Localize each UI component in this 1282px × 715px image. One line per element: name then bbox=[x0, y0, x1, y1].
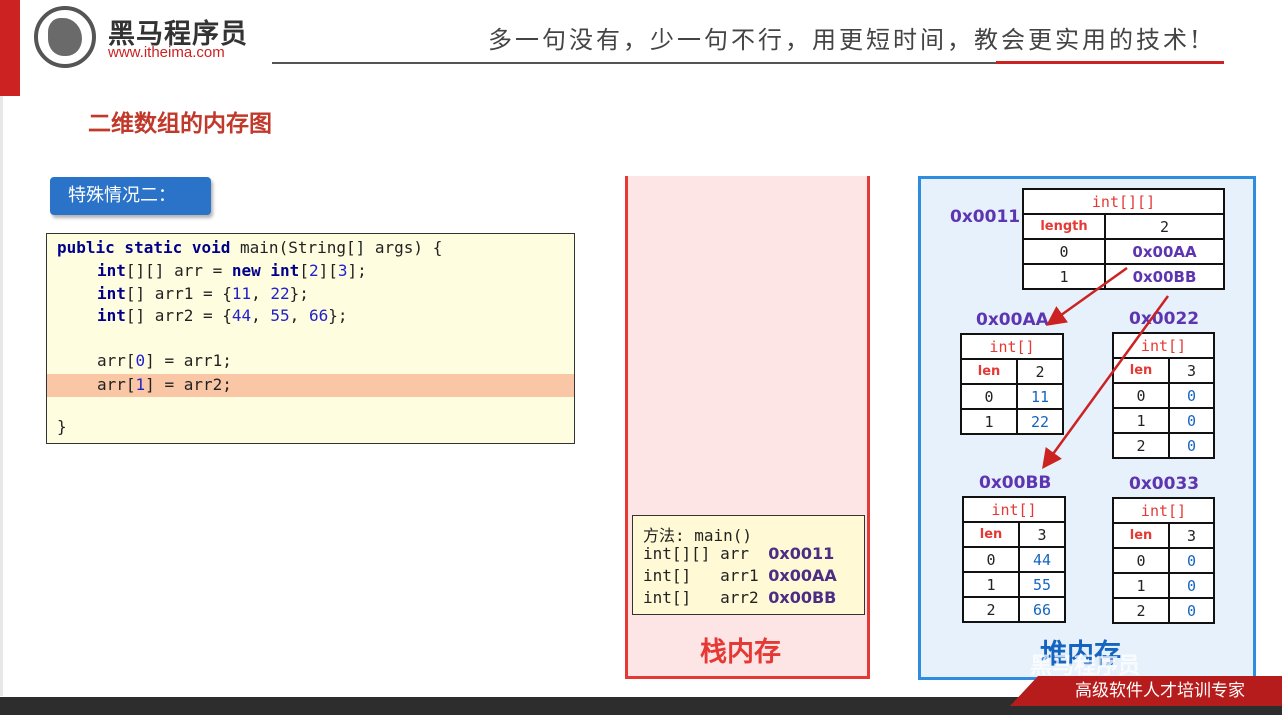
array-type: int[] bbox=[1112, 497, 1215, 524]
index-cell: 0 bbox=[1112, 547, 1170, 574]
array-00BB-table: int[] len 3 0 44 1 55 2 66 bbox=[962, 496, 1066, 623]
code-line-1: public static void main(String[] args) { bbox=[57, 238, 443, 257]
page-title: 二维数组的内存图 bbox=[88, 111, 272, 137]
array-0033-table: int[] len 3 00 10 20 bbox=[1112, 497, 1215, 624]
stack-var-arr2: int[] arr2 0x00BB bbox=[643, 588, 837, 607]
stack-frame-title: 方法: main() bbox=[643, 526, 753, 545]
index-cell: 1 bbox=[1112, 407, 1170, 434]
code-block: public static void main(String[] args) {… bbox=[46, 233, 575, 444]
value-cell: 0 bbox=[1168, 432, 1215, 459]
heap-addr-0022: 0x0022 bbox=[1129, 309, 1200, 329]
index-cell: 1 bbox=[1112, 572, 1170, 599]
stack-var-arr: int[][] arr 0x0011 bbox=[643, 544, 835, 563]
len-value: 3 bbox=[1018, 521, 1066, 548]
array-0022-table: int[] len 3 00 10 20 bbox=[1112, 332, 1215, 459]
code-line-7: } bbox=[57, 417, 67, 436]
value-cell: 0 bbox=[1168, 547, 1215, 574]
outer-array-type: int[][] bbox=[1022, 188, 1225, 215]
outer-array-table: int[][] length 2 0 0x00AA 1 0x00BB bbox=[1022, 188, 1225, 290]
len-label: len bbox=[1112, 522, 1170, 549]
slogan: 多一句没有，少一句不行，用更短时间，教会更实用的技术! bbox=[488, 26, 1203, 54]
len-value: 2 bbox=[1016, 358, 1064, 385]
len-value: 3 bbox=[1168, 357, 1215, 384]
code-line-4: int[] arr2 = {44, 55, 66}; bbox=[97, 306, 348, 325]
len-label: len bbox=[962, 521, 1020, 548]
heap-addr-00AA: 0x00AA bbox=[976, 310, 1049, 330]
heap-addr-00BB: 0x00BB bbox=[979, 473, 1052, 493]
case-badge: 特殊情况二： bbox=[50, 177, 211, 215]
left-edge bbox=[0, 96, 3, 696]
len-label: len bbox=[960, 358, 1018, 385]
footer-tagline: 高级软件人才培训专家 bbox=[1010, 676, 1282, 706]
code-line-6: arr[1] = arr2; bbox=[97, 375, 232, 394]
stack-var-arr1: int[] arr1 0x00AA bbox=[643, 566, 837, 585]
stack-frame-main: 方法: main() int[][] arr 0x0011 int[] arr1… bbox=[632, 515, 865, 615]
outer-length-label: length bbox=[1022, 213, 1106, 240]
heap-addr-outer: 0x0011 bbox=[950, 207, 1021, 227]
brand-logo-icon bbox=[34, 6, 96, 68]
index-cell: 1 bbox=[962, 571, 1020, 598]
value-cell: 66 bbox=[1018, 596, 1066, 623]
array-00AA-table: int[] len 2 0 11 1 22 bbox=[960, 333, 1064, 435]
index-cell: 2 bbox=[1112, 432, 1170, 459]
value-cell: 44 bbox=[1018, 546, 1066, 573]
stack-memory-label: 栈内存 bbox=[700, 637, 781, 668]
value-cell: 0 bbox=[1168, 407, 1215, 434]
outer-ref-0: 0x00AA bbox=[1104, 238, 1225, 265]
heap-addr-0033: 0x0033 bbox=[1129, 474, 1200, 494]
index-cell: 0 bbox=[962, 546, 1020, 573]
value-cell: 0 bbox=[1168, 572, 1215, 599]
value-cell: 55 bbox=[1018, 571, 1066, 598]
value-cell: 22 bbox=[1016, 408, 1064, 435]
outer-ref-1: 0x00BB bbox=[1104, 263, 1225, 290]
header-divider-accent bbox=[996, 61, 1224, 64]
value-cell: 11 bbox=[1016, 383, 1064, 410]
array-type: int[] bbox=[962, 496, 1066, 523]
len-label: len bbox=[1112, 357, 1170, 384]
array-type: int[] bbox=[960, 333, 1064, 360]
value-cell: 0 bbox=[1168, 382, 1215, 409]
index-cell: 2 bbox=[962, 596, 1020, 623]
brand-url: www.itheima.com bbox=[108, 44, 225, 61]
code-line-2: int[][] arr = new int[2][3]; bbox=[97, 261, 367, 280]
value-cell: 0 bbox=[1168, 597, 1215, 624]
len-value: 3 bbox=[1168, 522, 1215, 549]
outer-length-value: 2 bbox=[1104, 213, 1225, 240]
index-cell: 1 bbox=[960, 408, 1018, 435]
outer-index-0: 0 bbox=[1022, 238, 1106, 265]
code-line-5: arr[0] = arr1; bbox=[97, 351, 232, 370]
index-cell: 0 bbox=[1112, 382, 1170, 409]
index-cell: 0 bbox=[960, 383, 1018, 410]
index-cell: 2 bbox=[1112, 597, 1170, 624]
code-line-3: int[] arr1 = {11, 22}; bbox=[97, 284, 309, 303]
left-accent-strip bbox=[0, 0, 20, 96]
outer-index-1: 1 bbox=[1022, 263, 1106, 290]
array-type: int[] bbox=[1112, 332, 1215, 359]
